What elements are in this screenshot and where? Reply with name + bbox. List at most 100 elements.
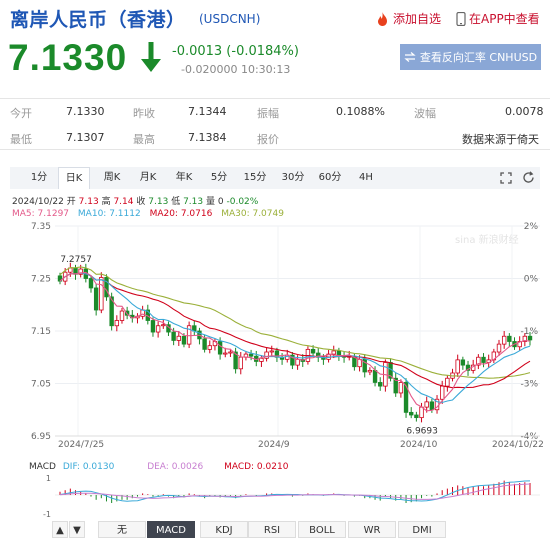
candle-body [414, 414, 419, 419]
tab-yearly[interactable]: 年K [170, 167, 198, 189]
price-change: -0.0013 (-0.0184%) [172, 44, 299, 59]
macd-tick-label: 1 [46, 475, 51, 483]
kline-chart[interactable]: 7.357.257.157.056.952%0%-1%-3%-4%2024/7/… [0, 218, 550, 463]
candle-body [171, 331, 176, 341]
candle-body [264, 351, 269, 359]
x-tick-label: 2024/9 [258, 440, 290, 450]
legend-open-label: 开 [66, 197, 76, 207]
fullscreen-icon[interactable] [500, 172, 512, 184]
candle-body [419, 406, 424, 419]
indicator-kdj[interactable]: KDJ [200, 521, 248, 538]
add-favorite-button[interactable]: 添加自选 [376, 10, 441, 27]
candle-body [455, 359, 460, 374]
pct-tick-label: -1% [520, 327, 538, 337]
tab-5min[interactable]: 5分 [205, 167, 233, 189]
tab-60min[interactable]: 60分 [315, 167, 345, 189]
y-tick-label: 7.35 [31, 222, 51, 232]
prev-close-value: 7.1344 [188, 105, 227, 118]
candle-body [409, 411, 414, 416]
kline-chart-area[interactable]: 7.35 7.25 7.15 7.05 6.95 2% 0% -1% -3% -4% 2024/7/… [0, 218, 550, 463]
y-tick-label: 6.95 [31, 432, 51, 442]
candle-body [259, 357, 264, 362]
macd-dea-line [59, 483, 531, 500]
candle-body [114, 320, 120, 327]
candle-body [501, 335, 507, 345]
scroll-up-button[interactable]: ▲ [52, 521, 68, 538]
header: 离岸人民币（香港） (USDCNH) 添加自选 在APP中查看 [0, 0, 550, 36]
indicator-dmi[interactable]: DMI [398, 521, 446, 538]
candle-body [223, 352, 228, 355]
candle-body [424, 401, 429, 408]
legend-open: 7.13 [78, 197, 99, 207]
scroll-down-button[interactable]: ▼ [69, 521, 85, 538]
candle-body [527, 335, 533, 341]
pct-tick-label: 0% [524, 275, 539, 285]
candle-body [367, 369, 373, 373]
legend-low: 7.13 [183, 197, 204, 207]
indicator-rsi[interactable]: RSI [248, 521, 296, 538]
indicator-boll[interactable]: BOLL [298, 521, 346, 538]
swap-icon [404, 52, 416, 62]
tab-monthly[interactable]: 月K [134, 167, 162, 189]
y-tick-label: 7.05 [31, 380, 51, 390]
tab-1min[interactable]: 1分 [25, 167, 53, 189]
period-tabs: 1分 日K 周K 月K 年K 5分 15分 30分 60分 4H [10, 167, 540, 189]
watermark-text: sina 新浪财经 [455, 233, 519, 246]
legend-date: 2024/10/22 [12, 197, 64, 207]
amplitude-label: 振幅 [257, 107, 279, 120]
macd-dif: DIF: 0.0130 [62, 462, 115, 472]
reverse-rate-button[interactable]: 查看反向汇率 CNHUSD [400, 44, 541, 70]
price-subinfo: -0.020000 10:30:13 [181, 63, 291, 76]
high-label: 最高 [133, 133, 155, 146]
macd-dif-line [59, 480, 531, 502]
macd-value: MACD: 0.0210 [224, 462, 289, 472]
legend-low-label: 低 [171, 197, 181, 207]
indicator-wr[interactable]: WR [348, 521, 396, 538]
candle-body [228, 351, 233, 354]
tab-4h[interactable]: 4H [352, 167, 380, 189]
candle-body [176, 335, 181, 341]
candle-body [507, 335, 512, 342]
candle-body [429, 401, 435, 411]
tab-30min[interactable]: 30分 [278, 167, 308, 189]
open-in-app-button[interactable]: 在APP中查看 [456, 10, 540, 27]
candle-body [238, 356, 243, 370]
candle-body [310, 348, 316, 354]
legend-close-label: 收 [136, 197, 146, 207]
candle-body [439, 385, 445, 400]
macd-chart: 1 -1 [43, 475, 540, 519]
low-value: 7.1307 [66, 131, 105, 144]
legend-high-label: 高 [101, 197, 111, 207]
low-annotation: 6.9693 [406, 427, 438, 437]
current-price: 7.1330 [8, 37, 128, 78]
refresh-icon[interactable] [522, 171, 535, 184]
legend-volume-label: 量 [206, 197, 216, 207]
candle-body [93, 287, 99, 311]
x-tick-label: 2024/7/25 [58, 440, 104, 450]
y-tick-label: 7.15 [31, 327, 51, 337]
tab-weekly[interactable]: 周K [98, 167, 126, 189]
open-label: 今开 [10, 107, 32, 120]
tab-15min[interactable]: 15分 [240, 167, 270, 189]
candle-body [217, 341, 223, 355]
indicator-bar: ▲ ▼ 无 MACD KDJ RSI BOLL WR DMI [52, 521, 542, 538]
arrow-down-icon [141, 42, 161, 72]
macd-title: MACD [29, 462, 56, 472]
symbol-code: (USDCNH) [199, 12, 261, 26]
candle-body [398, 382, 404, 394]
legend-volume: 0 [217, 197, 224, 207]
candle-body [331, 350, 336, 355]
data-source: 数据来源于倚天 [462, 133, 539, 146]
candle-body [181, 335, 187, 345]
candle-body [378, 382, 383, 387]
pct-tick-label: -3% [520, 380, 538, 390]
reverse-rate-label: 查看反向汇率 CNHUSD [419, 51, 538, 64]
wave-label: 波幅 [414, 107, 436, 120]
indicator-macd[interactable]: MACD [147, 521, 195, 538]
ohlc-line: 2024/10/22 开 7.13 高 7.14 收 7.13 低 7.13 量… [12, 196, 284, 208]
candle-body [119, 310, 125, 321]
tab-daily[interactable]: 日K [58, 167, 90, 189]
candle-body [269, 350, 274, 353]
x-tick-label: 2024/10 [400, 440, 438, 450]
indicator-none[interactable]: 无 [98, 521, 146, 538]
